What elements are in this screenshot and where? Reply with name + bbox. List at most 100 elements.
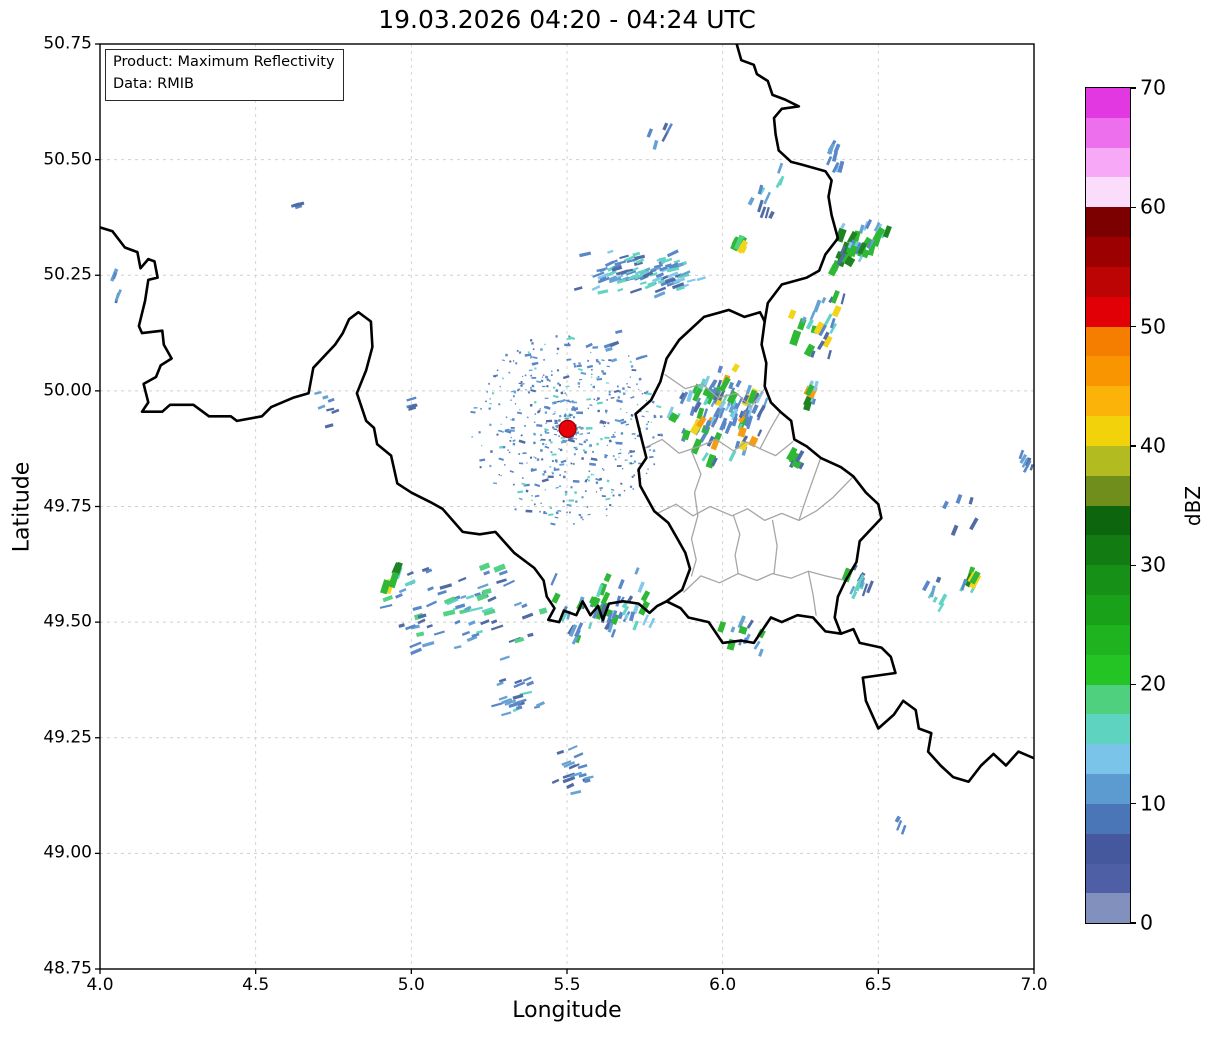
colorbar-segment-47.5-50dbz bbox=[1086, 327, 1130, 357]
echo-cluster-bottom-right-streak bbox=[895, 816, 907, 835]
echo-cluster-sw-arc-band bbox=[380, 562, 548, 661]
colorbar-segment-42.5-45dbz bbox=[1086, 386, 1130, 416]
y-tick-label: 50.25 bbox=[0, 265, 92, 285]
colorbar-tick-label: 60 bbox=[1140, 195, 1166, 219]
product-label: Product: Maximum Reflectivity bbox=[113, 52, 335, 74]
colorbar-segment-27.5-30dbz bbox=[1086, 565, 1130, 595]
echo-cluster-lux-east-green-pair bbox=[786, 447, 804, 470]
product-annotation-box: Product: Maximum Reflectivity Data: RMIB bbox=[105, 49, 344, 101]
border-belgium-luxembourg bbox=[636, 310, 765, 601]
colorbar-segment-57.5-60dbz bbox=[1086, 207, 1130, 237]
y-tick-label: 48.75 bbox=[0, 959, 92, 979]
colorbar-segment-40-42.5dbz bbox=[1086, 416, 1130, 446]
colorbar-segment-7.5-10dbz bbox=[1086, 804, 1130, 834]
colorbar-segment-20-22.5dbz bbox=[1086, 655, 1130, 685]
border-lux-canton-c-vert1 bbox=[734, 516, 740, 574]
colorbar-tick-label: 0 bbox=[1140, 911, 1153, 935]
border-lux-canton-mid bbox=[657, 476, 853, 520]
y-tick-label: 49.75 bbox=[0, 496, 92, 516]
echo-cluster-south-trail-upper bbox=[491, 676, 545, 716]
colorbar-segment-60-62.5dbz bbox=[1086, 177, 1130, 207]
echo-cluster-south-trail-lower bbox=[552, 745, 594, 795]
colorbar-segment-15-17.5dbz bbox=[1086, 714, 1130, 744]
x-axis-title: Longitude bbox=[100, 998, 1034, 1023]
border-lux-canton-vianden bbox=[760, 412, 780, 449]
border-lux-canton-e-vert bbox=[808, 571, 816, 615]
colorbar-segment-0-2.5dbz bbox=[1086, 893, 1130, 923]
colorbar-tick-mark bbox=[1130, 922, 1136, 923]
colorbar-tick-label: 50 bbox=[1140, 314, 1166, 338]
colorbar-segment-30-32.5dbz bbox=[1086, 535, 1130, 565]
country-borders bbox=[91, 35, 1040, 782]
y-tick-label: 49.00 bbox=[0, 843, 92, 863]
echo-cluster-green-cell bbox=[730, 235, 748, 254]
data-source-label: Data: RMIB bbox=[113, 74, 335, 96]
colorbar-segment-2.5-5dbz bbox=[1086, 864, 1130, 894]
colorbar-segment-22.5-25dbz bbox=[1086, 625, 1130, 655]
y-tick-label: 49.50 bbox=[0, 612, 92, 632]
colorbar-segment-65-67.5dbz bbox=[1086, 118, 1130, 148]
echo-cluster-far-east-green-cell bbox=[959, 566, 981, 593]
colorbar-segment-45-47.5dbz bbox=[1086, 356, 1130, 386]
echo-cluster-top-mid-specks bbox=[647, 122, 673, 149]
colorbar-segment-55-57.5dbz bbox=[1086, 237, 1130, 267]
colorbar-tick-label: 20 bbox=[1140, 672, 1166, 696]
y-tick-label: 50.50 bbox=[0, 149, 92, 169]
colorbar-segment-10-12.5dbz bbox=[1086, 774, 1130, 804]
border-france-belgium bbox=[91, 224, 667, 622]
colorbar-tick-mark bbox=[1130, 87, 1136, 88]
radar-location-marker bbox=[559, 420, 576, 437]
echo-cluster-east-specks bbox=[922, 576, 947, 612]
colorbar-segment-25-27.5dbz bbox=[1086, 595, 1130, 625]
border-lux-canton-south bbox=[684, 571, 846, 592]
echo-cluster-givet-specks bbox=[291, 202, 304, 210]
border-france-germany bbox=[841, 629, 1040, 782]
colorbar-segment-62.5-65dbz bbox=[1086, 148, 1130, 178]
colorbar-segment-5-7.5dbz bbox=[1086, 834, 1130, 864]
colorbar-tick-mark bbox=[1130, 684, 1136, 685]
radar-echoes bbox=[110, 122, 1034, 834]
colorbar-segment-67.5-70dbz bbox=[1086, 88, 1130, 118]
border-lux-canton-w-vert2 bbox=[692, 516, 698, 576]
echo-cluster-north-band bbox=[574, 249, 706, 298]
x-tick-label: 6.5 bbox=[865, 975, 892, 995]
x-tick-label: 7.0 bbox=[1020, 975, 1047, 995]
colorbar-tick-mark bbox=[1130, 207, 1136, 208]
radar-map-plot bbox=[0, 0, 1219, 1040]
colorbar-segment-17.5-20dbz bbox=[1086, 685, 1130, 715]
colorbar-tick-mark bbox=[1130, 565, 1136, 566]
colorbar-tick-label: 10 bbox=[1140, 791, 1166, 815]
echo-cluster-ne-scatter bbox=[748, 163, 785, 219]
colorbar-tick-label: 40 bbox=[1140, 433, 1166, 457]
colorbar-segment-52.5-55dbz bbox=[1086, 267, 1130, 297]
colorbar-segment-32.5-35dbz bbox=[1086, 506, 1130, 536]
border-lux-canton-c-vert2 bbox=[773, 520, 778, 573]
x-tick-label: 5.5 bbox=[553, 975, 580, 995]
echo-cluster-right-edge-specks bbox=[1019, 450, 1034, 473]
colorbar-segment-37.5-40dbz bbox=[1086, 446, 1130, 476]
y-tick-label: 50.00 bbox=[0, 380, 92, 400]
colorbar-tick-mark bbox=[1130, 326, 1136, 327]
colorbar-tick-mark bbox=[1130, 445, 1136, 446]
echo-cluster-sw-green-cell bbox=[380, 562, 403, 595]
y-tick-label: 49.25 bbox=[0, 727, 92, 747]
axis-tick-marks bbox=[95, 44, 1034, 974]
reflectivity-colorbar bbox=[1086, 88, 1130, 923]
gridlines bbox=[100, 44, 1034, 969]
echo-cluster-west-specks bbox=[314, 391, 339, 428]
colorbar-tick-label: 30 bbox=[1140, 553, 1166, 577]
colorbar-tick-label: 70 bbox=[1140, 76, 1166, 100]
echo-cluster-radar-ne-specks bbox=[585, 330, 647, 363]
x-tick-label: 6.0 bbox=[709, 975, 736, 995]
echo-cluster-moselle-specks bbox=[942, 494, 978, 536]
y-tick-label: 50.75 bbox=[0, 34, 92, 54]
colorbar-title: dBZ bbox=[1181, 486, 1205, 526]
echo-cluster-far-west-specks bbox=[110, 268, 122, 303]
colorbar-tick-mark bbox=[1130, 803, 1136, 804]
colorbar-segment-12.5-15dbz bbox=[1086, 744, 1130, 774]
echo-cluster-east-mid-streaks bbox=[788, 290, 846, 359]
x-tick-label: 4.5 bbox=[242, 975, 269, 995]
border-lux-canton-w-vert1 bbox=[692, 451, 701, 516]
echo-cluster-lux-ne-orange-cell bbox=[803, 380, 819, 411]
echo-cluster-ne-upper-streak bbox=[826, 140, 844, 173]
